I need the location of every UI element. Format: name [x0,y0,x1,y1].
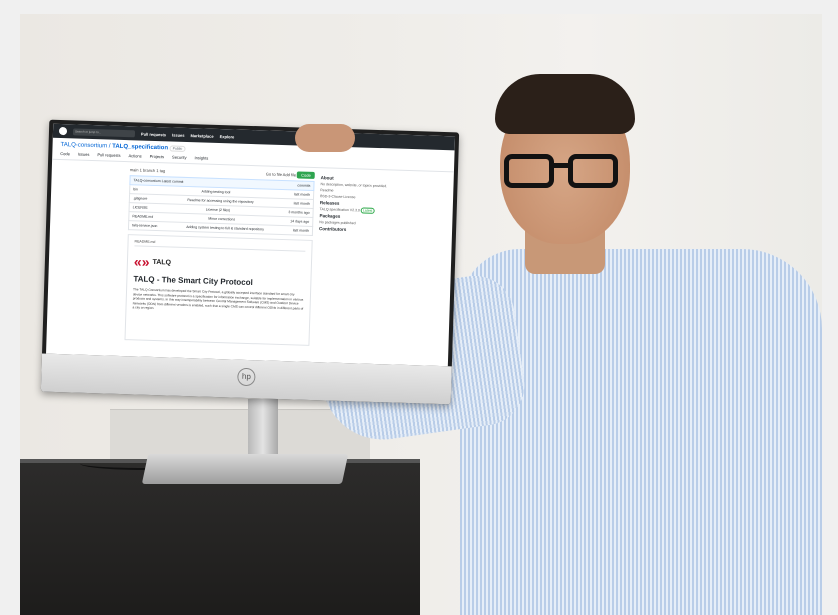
github-logo-icon[interactable] [58,126,68,136]
file-msg: Adding testing tool [201,189,231,195]
readme-file-label[interactable]: README.md [134,239,306,252]
photo-frame: Search or jump to... Pull requests Issue… [0,0,838,615]
hand [295,124,355,152]
file-when: 3 months ago [288,210,310,215]
file-name[interactable]: bin [133,187,138,191]
talq-wordmark: TALQ [152,258,172,267]
tab-actions[interactable]: Actions [128,153,141,158]
tab-code[interactable]: Code [60,151,70,156]
code-button[interactable]: Code [297,171,315,179]
readme-panel: README.md «» TALQ TALQ - The Smart City … [124,234,313,346]
monitor-screen: Search or jump to... Pull requests Issue… [46,123,456,367]
file-msg: Readme for accessing using the repositor… [187,198,254,205]
tab-security[interactable]: Security [172,155,187,160]
commit-history[interactable]: commits [297,183,310,187]
commit-message: Latest commit [161,179,184,184]
file-msg: License (2 files) [205,207,231,213]
file-name[interactable]: .gitignore [133,196,148,200]
nav-issues[interactable]: Issues [172,132,185,137]
file-msg: Minor corrections [208,216,236,222]
file-name[interactable]: README.md [132,214,153,219]
branch-select[interactable]: main [130,167,139,172]
file-when: last month [293,192,311,197]
glasses-lens-left [504,154,554,188]
nav-marketplace[interactable]: Marketplace [190,133,213,139]
talq-logo: «» TALQ [133,253,305,273]
talq-mark-icon: «» [133,253,150,270]
file-name[interactable]: LICENSE [133,205,148,209]
monitor: Search or jump to... Pull requests Issue… [40,119,460,405]
file-msg: Adding system testing to full & standard… [186,224,265,232]
readme-title: TALQ - The Smart City Protocol [133,274,253,288]
person-shirt [460,249,822,615]
file-when: last month [293,201,310,206]
go-to-file-button[interactable]: Go to file [266,171,282,177]
latest-badge: Latest [360,207,375,214]
add-file-button[interactable]: Add file [283,172,296,177]
repo-sidebar: About No description, website, or topics… [315,173,430,349]
readme-text: The TALQ Consortium has developed the Sm… [132,287,304,311]
branches-link[interactable]: 1 branch [140,167,156,172]
tab-projects[interactable]: Projects [150,154,165,159]
tab-insights[interactable]: Insights [194,155,208,160]
glasses-lens-right [568,154,618,188]
file-browser: main 1 branch 1 tag Go to file Add file … [124,167,315,346]
photo: Search or jump to... Pull requests Issue… [20,14,822,615]
tab-issues[interactable]: Issues [78,152,90,157]
commit-author[interactable]: TALQ-consortium [133,178,160,183]
glasses [504,154,622,190]
tab-pull-requests[interactable]: Pull requests [97,152,120,158]
contributors-title: Contributors [319,226,347,233]
nav-pull-requests[interactable]: Pull requests [141,131,166,137]
monitor-base [141,454,349,484]
search-input[interactable]: Search or jump to... [72,127,136,137]
file-when: 14 days ago [290,219,310,224]
tags-link[interactable]: 1 tag [156,168,165,173]
file-when: last month [292,228,310,233]
repo-content: main 1 branch 1 tag Go to file Add file … [46,160,454,356]
nav-explore[interactable]: Explore [220,133,235,138]
file-name[interactable]: talq-service.json [132,223,157,228]
release-link[interactable]: TALQ specification V2.3.0 [320,207,360,212]
person-hair [495,74,635,134]
hp-logo-icon: hp [237,367,256,387]
visibility-badge: Public [169,145,186,152]
